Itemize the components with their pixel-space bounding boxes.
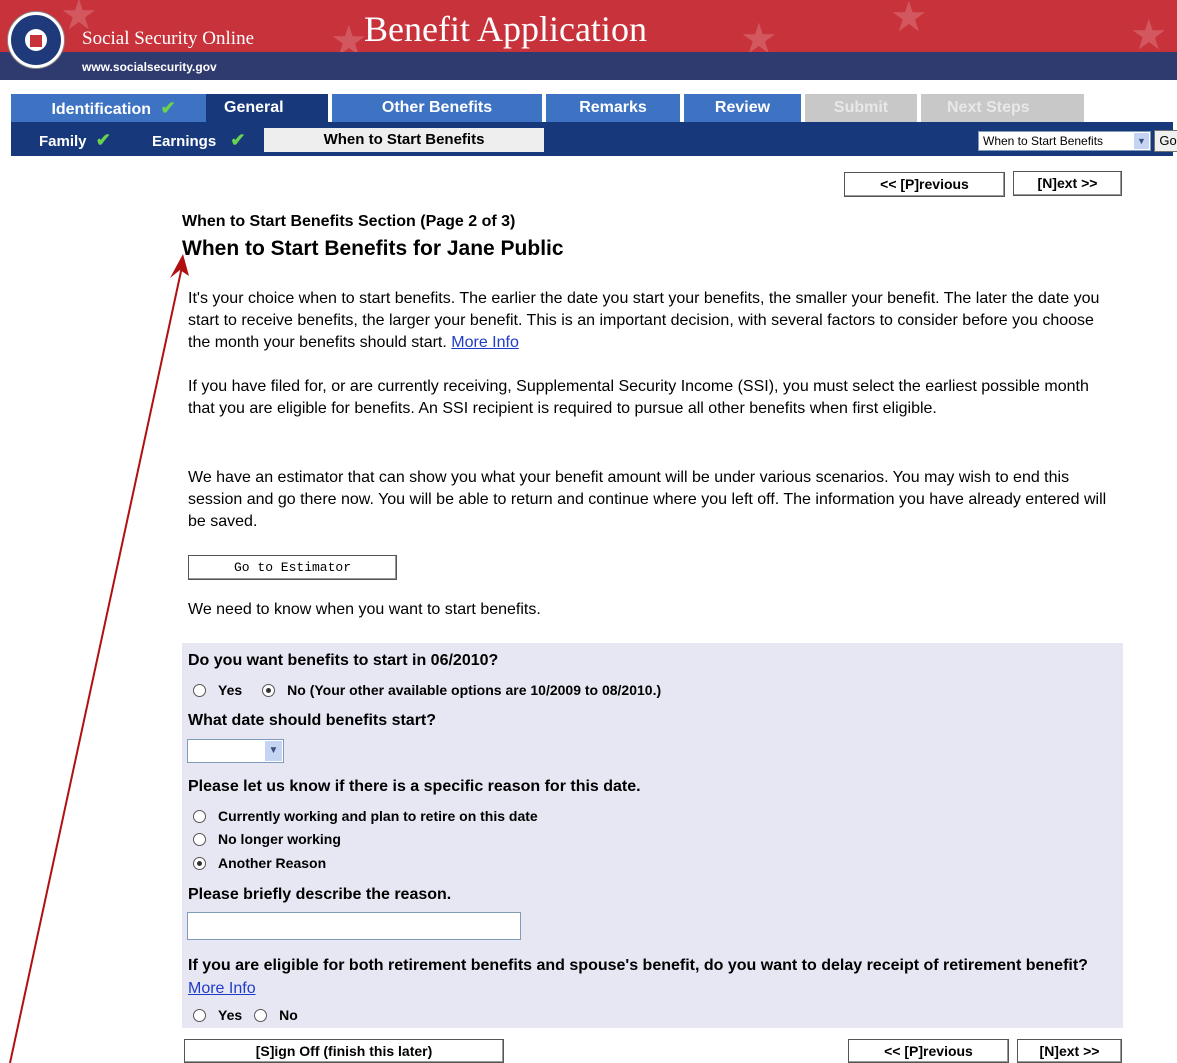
- tab-identification[interactable]: Identification ✔: [11, 94, 216, 122]
- page-title: When to Start Benefits for Jane Public: [182, 237, 564, 260]
- tab-general[interactable]: General: [206, 94, 328, 122]
- subnav-item-earnings[interactable]: Earnings ✔: [152, 130, 245, 151]
- q5-yes-label: Yes: [218, 1007, 243, 1023]
- more-info-link[interactable]: More Info: [451, 334, 519, 351]
- q1-no-radio[interactable]: [262, 683, 276, 697]
- reason-description-input[interactable]: [187, 912, 521, 940]
- q1-no-label: No (Your other available options are 10/…: [287, 682, 662, 698]
- section-jump-select[interactable]: When to Start Benefits ▼: [978, 131, 1151, 151]
- intro-paragraph: It's your choice when to start benefits.…: [188, 288, 1118, 354]
- go-to-estimator-button[interactable]: Go to Estimator: [188, 555, 397, 580]
- tab-remarks[interactable]: Remarks: [546, 94, 680, 122]
- subnav-item-family[interactable]: Family ✔: [39, 130, 111, 151]
- annotation-arrow-line: [9, 261, 184, 1063]
- checkmark-icon: ✔: [155, 98, 176, 118]
- reason-no-longer-working-radio[interactable]: [193, 832, 206, 846]
- star-decoration: ★: [1130, 11, 1168, 56]
- reason-another-label: Another Reason: [218, 855, 327, 871]
- previous-button-bottom[interactable]: << [P]revious: [848, 1039, 1009, 1063]
- section-caption: When to Start Benefits Section (Page 2 o…: [182, 213, 516, 230]
- q5-no-radio[interactable]: [254, 1008, 268, 1022]
- app-title: Benefit Application: [364, 9, 647, 49]
- delay-question-text: If you are eligible for both retirement …: [188, 957, 1088, 974]
- tab-submit: Submit: [805, 94, 917, 122]
- site-url[interactable]: www.socialsecurity.gov: [82, 60, 217, 74]
- question-start-month: Do you want benefits to start in 06/2010…: [188, 652, 499, 669]
- question-start-date: What date should benefits start?: [188, 712, 437, 729]
- site-name: Social Security Online: [82, 28, 255, 49]
- tab-label: Other Benefits: [381, 99, 493, 116]
- star-decoration: ★: [740, 15, 778, 56]
- chevron-down-icon[interactable]: ▼: [265, 741, 282, 761]
- tab-label: General: [224, 99, 284, 116]
- chevron-down-icon[interactable]: ▼: [1134, 133, 1149, 149]
- q1-options: Yes No (Your other available options are…: [193, 682, 661, 698]
- ssa-seal-logo: [8, 12, 64, 68]
- question-describe-reason: Please briefly describe the reason.: [188, 886, 452, 903]
- star-decoration: ★: [330, 17, 368, 56]
- next-button-bottom[interactable]: [N]ext >>: [1017, 1039, 1122, 1063]
- q1-yes-radio[interactable]: [193, 683, 206, 697]
- select-value: When to Start Benefits: [983, 134, 1104, 148]
- tab-label: Review: [714, 99, 771, 116]
- star-decoration: ★: [890, 0, 928, 40]
- header-banner: ★ ★ ★ ★ ★ Social Security Online www.soc…: [0, 0, 1177, 80]
- q1-yes-label: Yes: [218, 682, 243, 698]
- subnav-label: Family: [39, 133, 87, 150]
- reason-working-label: Currently working and plan to retire on …: [218, 808, 538, 824]
- reason-option-another: Another Reason: [193, 855, 326, 871]
- start-date-select[interactable]: ▼: [187, 739, 284, 763]
- tab-other-benefits[interactable]: Other Benefits: [332, 94, 542, 122]
- more-info-link[interactable]: More Info: [188, 980, 256, 997]
- go-button[interactable]: Go: [1154, 130, 1177, 152]
- tab-next-steps: Next Steps: [921, 94, 1084, 122]
- need-to-know-text: We need to know when you want to start b…: [188, 601, 541, 618]
- estimator-paragraph: We have an estimator that can show you w…: [188, 469, 1107, 530]
- q5-options: Yes No: [193, 1007, 298, 1023]
- q5-no-label: No: [279, 1007, 298, 1023]
- subnav-item-when-to-start[interactable]: When to Start Benefits: [264, 128, 544, 152]
- reason-option-working: Currently working and plan to retire on …: [193, 808, 538, 824]
- reason-option-no-longer-working: No longer working: [193, 831, 341, 847]
- checkmark-icon: ✔: [90, 130, 111, 150]
- reason-another-radio[interactable]: [193, 856, 206, 870]
- next-button-top[interactable]: [N]ext >>: [1013, 171, 1122, 196]
- sign-off-button[interactable]: [S]ign Off (finish this later): [184, 1039, 504, 1063]
- tab-label: Next Steps: [947, 99, 1030, 116]
- reason-working-radio[interactable]: [193, 809, 206, 823]
- q5-yes-radio[interactable]: [193, 1008, 206, 1022]
- sub-navigation: Family ✔ Earnings ✔ When to Start Benefi…: [11, 122, 1177, 156]
- question-delay-retirement: If you are eligible for both retirement …: [188, 954, 1113, 1000]
- tab-label: Identification: [51, 101, 151, 118]
- checkmark-icon: ✔: [220, 130, 246, 150]
- ssi-paragraph: If you have filed for, or are currently …: [188, 378, 1089, 417]
- subnav-label: Earnings: [152, 133, 217, 150]
- intro-text: It's your choice when to start benefits.…: [188, 290, 1100, 351]
- tab-label: Submit: [833, 99, 889, 116]
- question-specific-reason: Please let us know if there is a specifi…: [188, 778, 641, 795]
- tab-review[interactable]: Review: [684, 94, 801, 122]
- previous-button-top[interactable]: << [P]revious: [844, 172, 1005, 197]
- tab-label: Remarks: [579, 99, 647, 116]
- reason-no-longer-working-label: No longer working: [218, 831, 341, 847]
